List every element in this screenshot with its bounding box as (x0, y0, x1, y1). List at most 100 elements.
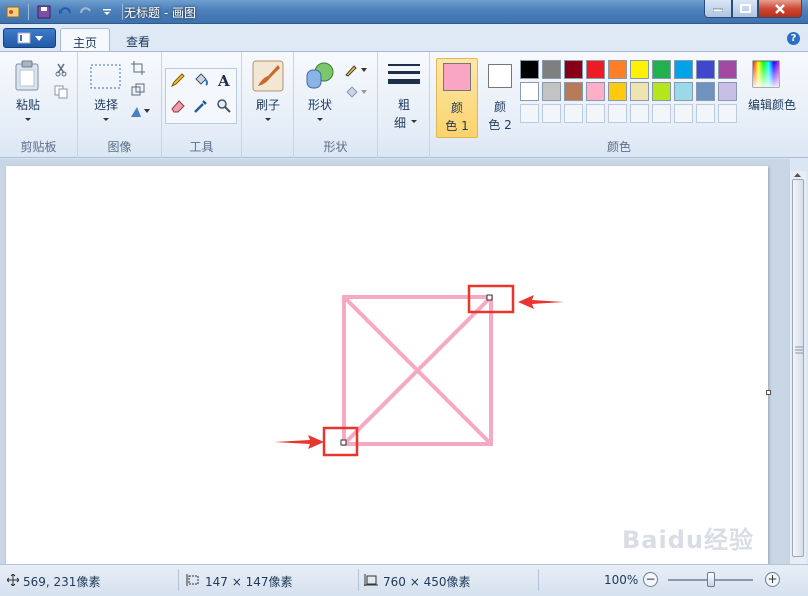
palette-color-swatch[interactable] (674, 82, 693, 101)
palette-color-swatch[interactable] (608, 82, 627, 101)
drawing-layer (274, 284, 564, 457)
palette-custom-slot[interactable] (542, 104, 561, 123)
palette-color-swatch[interactable] (696, 82, 715, 101)
rotate-icon[interactable] (128, 102, 154, 122)
palette-color-swatch[interactable] (718, 60, 737, 79)
close-button[interactable] (758, 0, 802, 18)
line-endpoint-handle[interactable] (340, 439, 347, 446)
fill-bucket-icon[interactable] (191, 70, 211, 90)
palette-color-swatch[interactable] (608, 60, 627, 79)
palette-color-swatch[interactable] (652, 82, 671, 101)
canvas-size-icon (364, 574, 378, 586)
chevron-down-icon (103, 118, 109, 121)
chevron-down-icon (265, 118, 271, 121)
palette-custom-slot[interactable] (520, 104, 539, 123)
vertical-scrollbar[interactable] (789, 171, 806, 564)
magnifier-icon[interactable] (214, 96, 234, 116)
pink-square-with-diagonals (342, 295, 493, 446)
palette-color-swatch[interactable] (564, 82, 583, 101)
redo-icon[interactable] (77, 3, 95, 21)
app-menu-button[interactable] (3, 28, 56, 48)
tab-view[interactable]: 查看 (114, 28, 162, 52)
pencil-icon[interactable] (168, 70, 188, 90)
group-brushes: 刷子 (242, 52, 294, 158)
zoom-out-button[interactable]: − (643, 572, 658, 587)
line-width-icon (388, 64, 420, 84)
fill-icon[interactable] (342, 82, 370, 102)
group-label-shapes: 形状 (323, 140, 348, 154)
line-endpoint-handle[interactable] (486, 294, 493, 301)
maximize-button[interactable] (732, 0, 758, 18)
group-size: 粗 细 (378, 52, 430, 158)
scrollbar-thumb[interactable] (792, 179, 804, 557)
edit-colors-button[interactable]: 编辑颜色 (740, 58, 804, 128)
palette-custom-slot[interactable] (608, 104, 627, 123)
resize-icon[interactable] (128, 80, 148, 100)
palette-custom-slot[interactable] (718, 104, 737, 123)
canvas-resize-handle[interactable] (766, 390, 771, 395)
text-tool-icon[interactable]: A (214, 70, 234, 90)
palette-color-swatch[interactable] (630, 82, 649, 101)
color1-button[interactable]: 颜 色 1 (436, 58, 478, 138)
palette-color-swatch[interactable] (520, 82, 539, 101)
ribbon-tab-row: 主页 查看 ? (0, 24, 808, 52)
undo-icon[interactable] (56, 3, 74, 21)
eraser-icon[interactable] (168, 96, 188, 116)
crop-icon[interactable] (128, 58, 148, 78)
drawing-canvas[interactable] (6, 166, 771, 564)
palette-color-swatch[interactable] (586, 82, 605, 101)
palette-color-swatch[interactable] (674, 60, 693, 79)
palette-color-swatch[interactable] (542, 60, 561, 79)
help-icon[interactable]: ? (787, 32, 800, 45)
palette-custom-slot[interactable] (630, 104, 649, 123)
app-menu-icon (17, 32, 30, 44)
palette-color-swatch[interactable] (586, 60, 605, 79)
edit-colors-label: 编辑颜色 (747, 98, 796, 112)
color2-label-line2: 色 2 (488, 118, 512, 132)
minimize-button[interactable] (704, 0, 732, 18)
color-spectrum-icon (752, 60, 780, 88)
color2-button[interactable]: 颜 色 2 (482, 58, 524, 138)
palette-color-swatch[interactable] (630, 60, 649, 79)
customize-toolbar-icon[interactable] (98, 3, 116, 21)
brushes-button[interactable]: 刷子 (248, 58, 288, 128)
cursor-position-text: 569, 231像素 (23, 575, 101, 589)
chevron-down-icon (34, 35, 43, 41)
palette-color-swatch[interactable] (542, 82, 561, 101)
title-bar: 无标题 - 画图 (0, 0, 808, 24)
palette-color-swatch[interactable] (520, 60, 539, 79)
select-button[interactable]: 选择 (86, 58, 126, 128)
group-clipboard: 粘贴 剪贴板 (0, 52, 78, 158)
paint-app-icon[interactable] (4, 3, 22, 21)
tab-home[interactable]: 主页 (60, 28, 111, 52)
copy-icon[interactable] (51, 82, 71, 102)
save-icon[interactable] (35, 3, 53, 21)
shapes-button[interactable]: 形状 (300, 58, 340, 128)
cut-icon[interactable] (51, 60, 71, 80)
outline-icon[interactable] (342, 60, 370, 80)
palette-custom-slot[interactable] (564, 104, 583, 123)
scroll-up-icon[interactable] (790, 171, 805, 179)
color1-swatch (443, 63, 471, 91)
color-picker-icon[interactable] (191, 96, 211, 116)
zoom-in-button[interactable]: + (765, 572, 780, 587)
group-tools: A 工具 (162, 52, 242, 158)
palette-custom-slot[interactable] (674, 104, 693, 123)
color2-swatch (488, 64, 512, 88)
palette-custom-slot[interactable] (696, 104, 715, 123)
paste-button[interactable]: 粘贴 (8, 58, 48, 128)
palette-color-swatch[interactable] (718, 82, 737, 101)
palette-custom-slot[interactable] (586, 104, 605, 123)
palette-custom-slot[interactable] (652, 104, 671, 123)
shapes-label: 形状 (307, 98, 332, 112)
grip-icon (795, 346, 803, 354)
palette-color-swatch[interactable] (696, 60, 715, 79)
group-shapes: 形状 形状 (294, 52, 378, 158)
status-divider (178, 569, 179, 591)
palette-color-swatch[interactable] (652, 60, 671, 79)
palette-color-swatch[interactable] (564, 60, 583, 79)
zoom-slider-thumb[interactable] (707, 572, 715, 587)
color2-label-line1: 颜 (493, 100, 506, 114)
cursor-position-icon (7, 574, 19, 586)
size-button[interactable]: 粗 细 (384, 58, 424, 130)
